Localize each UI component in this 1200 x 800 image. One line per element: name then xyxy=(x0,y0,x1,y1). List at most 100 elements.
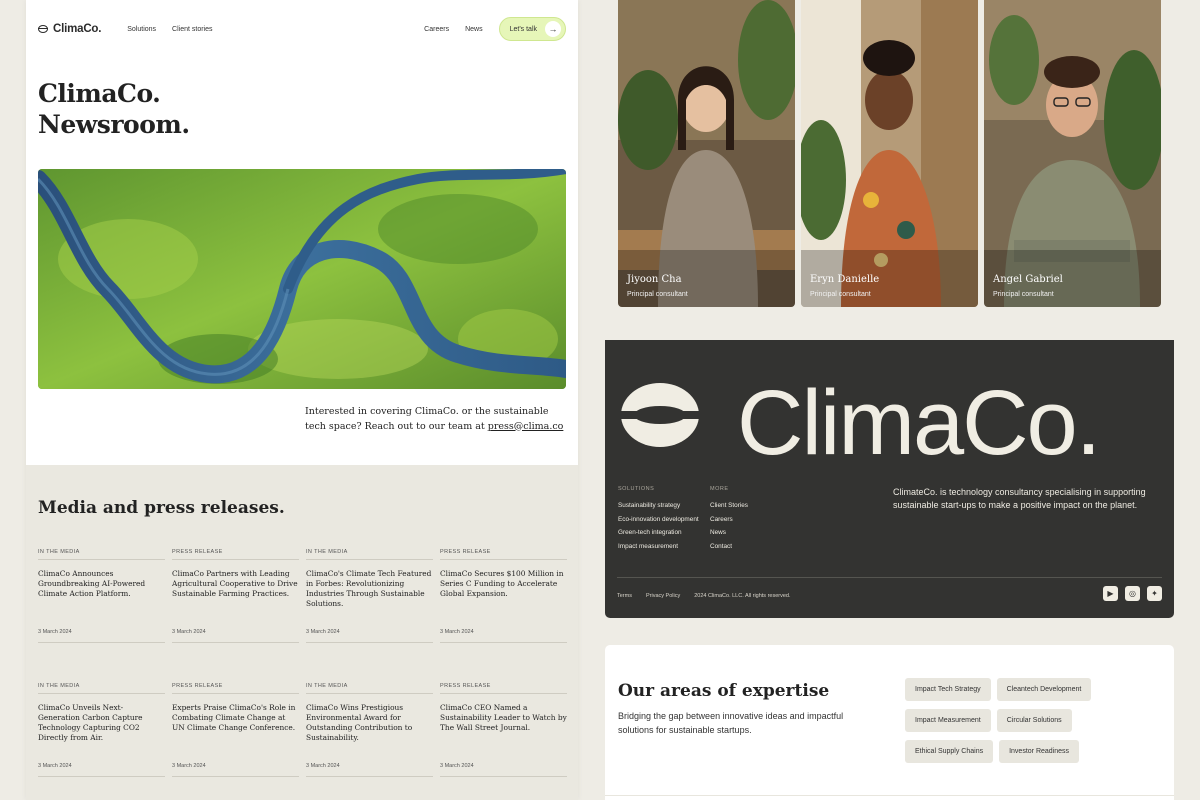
expertise-tag[interactable]: Ethical Supply Chains xyxy=(905,740,994,763)
press-card-title: ClimaCo Unveils Next-Generation Carbon C… xyxy=(38,703,143,742)
page-title-line1: ClimaCo. xyxy=(38,79,161,108)
press-grid: IN THE MEDIA ClimaCo Announces Groundbre… xyxy=(38,549,567,777)
expertise-tag[interactable]: Circular Solutions xyxy=(996,709,1072,732)
expertise-tag[interactable]: Cleantech Development xyxy=(996,678,1092,701)
press-card-date: 3 March 2024 xyxy=(440,629,474,635)
press-section-title: Media and press releases. xyxy=(38,498,285,518)
team-member-name: Jiyoon Cha xyxy=(627,274,682,285)
team-member-role: Principal consultant xyxy=(627,291,688,298)
press-card-type: IN THE MEDIA xyxy=(306,683,433,694)
social-links: ▶ ◎ ✦ xyxy=(1103,586,1162,601)
press-card-type: PRESS RELEASE xyxy=(172,549,299,560)
press-card-title: ClimaCo Partners with Leading Agricultur… xyxy=(172,569,298,598)
top-nav: ClimaCo. Solutions Client stories Career… xyxy=(38,16,566,42)
press-card-type: PRESS RELEASE xyxy=(172,683,299,694)
portrait-photo xyxy=(801,0,978,307)
team-card[interactable]: Eryn Danielle Principal consultant xyxy=(801,0,978,307)
press-section: Media and press releases. IN THE MEDIA C… xyxy=(26,465,578,800)
press-card-title: ClimaCo Announces Groundbreaking AI-Powe… xyxy=(38,569,146,598)
terms-link[interactable]: Terms xyxy=(617,593,632,599)
expertise-section: Our areas of expertise Bridging the gap … xyxy=(605,645,1174,800)
press-card-date: 3 March 2024 xyxy=(440,763,474,769)
team-card[interactable]: Jiyoon Cha Principal consultant xyxy=(618,0,795,307)
expertise-title: Our areas of expertise xyxy=(618,681,830,701)
press-card[interactable]: PRESS RELEASE Experts Praise ClimaCo's R… xyxy=(172,683,299,777)
press-card-type: PRESS RELEASE xyxy=(440,683,567,694)
footer-link[interactable]: Contact xyxy=(710,543,748,550)
nav-link-client-stories[interactable]: Client stories xyxy=(172,26,212,33)
footer-link[interactable]: News xyxy=(710,529,748,536)
arrow-right-icon: → xyxy=(545,21,561,37)
footer-link[interactable]: Careers xyxy=(710,516,748,523)
team-member-role: Principal consultant xyxy=(993,291,1054,298)
press-card-date: 3 March 2024 xyxy=(172,629,206,635)
expertise-tag[interactable]: Impact Measurement xyxy=(905,709,991,732)
press-card[interactable]: IN THE MEDIA ClimaCo Announces Groundbre… xyxy=(38,549,165,643)
press-card-title: Experts Praise ClimaCo's Role in Combati… xyxy=(172,703,296,732)
expertise-tag[interactable]: Impact Tech Strategy xyxy=(905,678,991,701)
copyright-text: 2024 ClimaCo. LLC. All rights reserved. xyxy=(694,592,791,599)
footer-link[interactable]: Green-tech integration xyxy=(618,529,699,536)
youtube-icon[interactable]: ▶ xyxy=(1103,586,1118,601)
press-card[interactable]: PRESS RELEASE ClimaCo CEO Named a Sustai… xyxy=(440,683,567,777)
nav-link-solutions[interactable]: Solutions xyxy=(127,26,156,33)
press-card-type: PRESS RELEASE xyxy=(440,549,567,560)
press-card[interactable]: IN THE MEDIA ClimaCo's Climate Tech Feat… xyxy=(306,549,433,643)
footer-link[interactable]: Sustainability strategy xyxy=(618,502,699,509)
team-member-name: Angel Gabriel xyxy=(993,274,1063,285)
page-title: ClimaCo. Newsroom. xyxy=(38,78,190,140)
footer-bottom-bar: Terms Privacy Policy 2024 ClimaCo. LLC. … xyxy=(617,577,1162,601)
nav-link-careers[interactable]: Careers xyxy=(424,26,449,33)
press-card-type: IN THE MEDIA xyxy=(306,549,433,560)
press-card-date: 3 March 2024 xyxy=(306,763,340,769)
footer-solutions-heading: SOLUTIONS xyxy=(618,486,655,492)
portrait-photo xyxy=(618,0,795,307)
expertise-tag[interactable]: Investor Readiness xyxy=(999,740,1080,763)
expertise-description: Bridging the gap between innovative idea… xyxy=(618,711,844,735)
divider xyxy=(605,795,1174,796)
press-card[interactable]: PRESS RELEASE ClimaCo Secures $100 Milli… xyxy=(440,549,567,643)
team-section: Jiyoon Cha Principal consultant Eryn Dan… xyxy=(618,0,1162,307)
footer-brand-wordmark: ClimaCo. xyxy=(737,378,1099,464)
lets-talk-button[interactable]: Let's talk → xyxy=(498,17,566,41)
footer-link[interactable]: Impact measurement xyxy=(618,543,699,550)
press-card[interactable]: IN THE MEDIA ClimaCo Wins Prestigious En… xyxy=(306,683,433,777)
expertise-tags: Impact Tech Strategy Cleantech Developme… xyxy=(905,678,1165,763)
page-title-line2: Newsroom. xyxy=(38,110,190,139)
newsroom-page: ClimaCo. Solutions Client stories Career… xyxy=(26,0,578,800)
privacy-policy-link[interactable]: Privacy Policy xyxy=(646,593,680,599)
press-card-date: 3 March 2024 xyxy=(38,629,72,635)
press-card-date: 3 March 2024 xyxy=(38,763,72,769)
press-contact-text: Interested in covering ClimaCo. or the s… xyxy=(305,405,565,434)
twitter-icon[interactable]: ✦ xyxy=(1147,586,1162,601)
press-email-link[interactable]: press@clima.co xyxy=(488,421,564,432)
site-footer: ClimaCo. SOLUTIONS Sustainability strate… xyxy=(605,340,1174,618)
nav-link-news[interactable]: News xyxy=(465,26,483,33)
press-card-type: IN THE MEDIA xyxy=(38,683,165,694)
press-card-title: ClimaCo CEO Named a Sustainability Leade… xyxy=(440,703,567,732)
footer-link[interactable]: Client Stories xyxy=(710,502,748,509)
press-card[interactable]: IN THE MEDIA ClimaCo Unveils Next-Genera… xyxy=(38,683,165,777)
instagram-icon[interactable]: ◎ xyxy=(1125,586,1140,601)
press-card-title: ClimaCo Wins Prestigious Environmental A… xyxy=(306,703,413,742)
footer-link[interactable]: Eco-innovation development xyxy=(618,516,699,523)
team-card[interactable]: Angel Gabriel Principal consultant xyxy=(984,0,1161,307)
footer-solutions-column: SOLUTIONS Sustainability strategy Eco-in… xyxy=(618,486,699,556)
footer-more-column: MORE Client Stories Careers News Contact xyxy=(710,486,748,556)
footer-description: ClimateCo. is technology consultancy spe… xyxy=(893,487,1146,510)
lets-talk-label: Let's talk xyxy=(509,25,537,33)
press-card-title: ClimaCo Secures $100 Million in Series C… xyxy=(440,569,564,598)
footer-brand-logo: ClimaCo. xyxy=(617,378,1101,464)
team-member-name: Eryn Danielle xyxy=(810,274,880,285)
press-card[interactable]: PRESS RELEASE ClimaCo Partners with Lead… xyxy=(172,549,299,643)
press-card-title: ClimaCo's Climate Tech Featured in Forbe… xyxy=(306,569,432,608)
press-card-type: IN THE MEDIA xyxy=(38,549,165,560)
portrait-photo xyxy=(984,0,1161,307)
press-card-date: 3 March 2024 xyxy=(306,629,340,635)
logo[interactable]: ClimaCo. xyxy=(38,23,101,35)
hero-river-image xyxy=(38,169,566,389)
logo-text: ClimaCo. xyxy=(53,23,102,35)
team-member-role: Principal consultant xyxy=(810,291,871,298)
footer-more-heading: MORE xyxy=(710,486,729,492)
logo-icon xyxy=(38,25,48,33)
